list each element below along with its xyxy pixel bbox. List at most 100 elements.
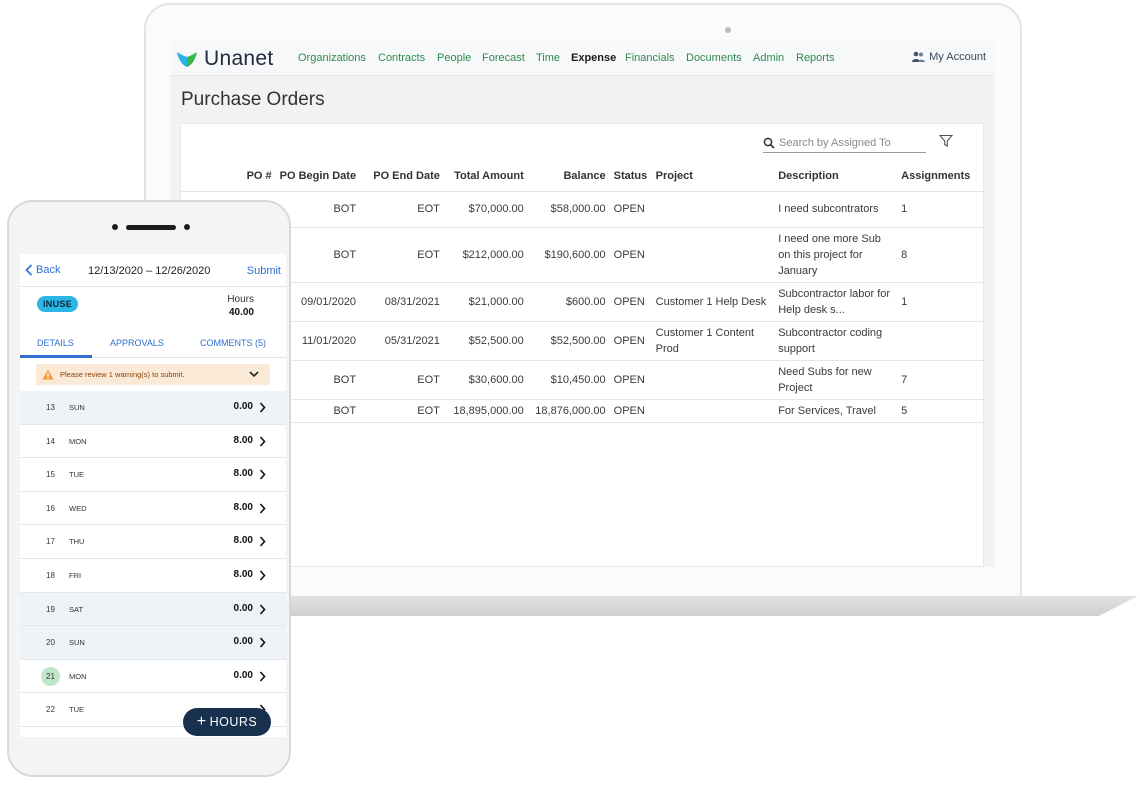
column-header-begin-date[interactable]: PO Begin Date: [275, 162, 361, 192]
list-item[interactable]: 13 SUN 0.00: [20, 391, 286, 425]
total-amount-cell: $30,600.00: [443, 360, 528, 400]
phone-speaker: [126, 225, 176, 230]
warning-icon: [42, 369, 54, 380]
project-cell: [651, 227, 775, 283]
brand-logo[interactable]: Unanet: [176, 47, 274, 71]
day-name: FRI: [69, 570, 82, 580]
balance-cell: $58,000.00: [527, 191, 610, 228]
day-number: 14: [46, 436, 55, 446]
day-hours: 0.00: [233, 636, 253, 648]
day-name: MON: [69, 671, 87, 681]
chevron-right-icon: [259, 436, 266, 447]
chevron-right-icon: [259, 671, 266, 682]
status-cell: OPEN: [609, 360, 652, 400]
list-item[interactable]: 14 MON 8.00: [20, 424, 286, 459]
nav-expense[interactable]: Expense: [571, 52, 616, 64]
chevron-right-icon: [259, 604, 266, 615]
table-row[interactable]: 11/01/2020 05/31/2021 $52,500.00 $52,500…: [181, 321, 985, 361]
day-hours: 8.00: [233, 434, 253, 446]
tab-comments[interactable]: COMMENTS (5): [200, 338, 266, 348]
plus-icon: +: [196, 713, 207, 730]
table-row[interactable]: BOT EOT $70,000.00 $58,000.00 OPEN I nee…: [181, 191, 985, 228]
purchase-orders-table: PO # PO Begin Date PO End Date Total Amo…: [181, 162, 985, 423]
table-row[interactable]: BOT EOT $212,000.00 $190,600.00 OPEN I n…: [181, 227, 985, 283]
end-date-cell: EOT: [360, 399, 444, 423]
balance-cell: $600.00: [527, 282, 610, 322]
column-header-status[interactable]: Status: [609, 162, 652, 192]
day-number: 16: [46, 503, 55, 513]
end-date-cell: 08/31/2021: [360, 282, 444, 322]
hours-total: 40.00: [228, 307, 254, 318]
nav-time[interactable]: Time: [536, 52, 560, 64]
tab-details[interactable]: DETAILS: [37, 338, 74, 348]
nav-people[interactable]: People: [437, 52, 471, 64]
column-header-assignments[interactable]: Assignments: [897, 162, 985, 192]
day-name: TUE: [69, 705, 84, 715]
nav-contracts[interactable]: Contracts: [378, 52, 425, 64]
status-cell: OPEN: [609, 321, 652, 361]
list-item[interactable]: 17 THU 8.00: [20, 525, 286, 559]
filter-icon[interactable]: [939, 134, 953, 148]
total-amount-cell: $212,000.00: [443, 227, 528, 283]
nav-organizations[interactable]: Organizations: [298, 52, 366, 64]
list-item[interactable]: 16 WED 8.00: [20, 491, 286, 526]
table-row[interactable]: 09/01/2020 08/31/2021 $21,000.00 $600.00…: [181, 282, 985, 322]
list-item[interactable]: 18 FRI 8.00: [20, 558, 286, 593]
column-header-project[interactable]: Project: [651, 162, 775, 192]
column-header-description[interactable]: Description: [774, 162, 898, 192]
day-number: 18: [46, 570, 55, 580]
column-header-total-amount[interactable]: Total Amount: [443, 162, 528, 192]
total-amount-cell: $21,000.00: [443, 282, 528, 322]
status-cell: OPEN: [609, 399, 652, 423]
project-cell: Customer 1 Content Prod: [651, 321, 775, 361]
list-item[interactable]: 20 SUN 0.00: [20, 626, 286, 660]
day-name: WED: [69, 503, 87, 513]
active-tab-indicator: [20, 355, 92, 358]
description-cell: I need one more Sub on this project for …: [774, 227, 898, 283]
column-header-po-number[interactable]: PO #: [181, 162, 276, 192]
tab-approvals[interactable]: APPROVALS: [110, 338, 164, 348]
nav-reports[interactable]: Reports: [796, 52, 835, 64]
add-hours-button[interactable]: + HOURS: [183, 708, 271, 736]
list-item[interactable]: 19 SAT 0.00: [20, 592, 286, 627]
project-cell: [651, 360, 775, 400]
nav-forecast[interactable]: Forecast: [482, 52, 525, 64]
balance-cell: $10,450.00: [527, 360, 610, 400]
table-row[interactable]: BOT EOT $30,600.00 $10,450.00 OPEN Need …: [181, 360, 985, 400]
column-header-end-date[interactable]: PO End Date: [360, 162, 444, 192]
mobile-timesheet-screen: Back 12/13/2020 – 12/26/2020 Submit INUS…: [20, 254, 286, 737]
my-account-label: My Account: [929, 51, 986, 63]
my-account-link[interactable]: My Account: [912, 51, 986, 63]
description-cell: I need subcontrators: [774, 191, 898, 228]
nav-documents[interactable]: Documents: [686, 52, 742, 64]
phone-sensor: [112, 224, 118, 230]
assignments-cell: 8: [897, 227, 985, 283]
table-header-row: PO # PO Begin Date PO End Date Total Amo…: [181, 162, 985, 192]
chevron-down-icon[interactable]: [248, 368, 260, 380]
balance-cell: $190,600.00: [527, 227, 610, 283]
day-hours: 0.00: [233, 602, 253, 614]
search-input[interactable]: [779, 137, 919, 149]
list-item[interactable]: 21 MON 0.00: [20, 659, 286, 694]
mobile-tabs: DETAILS APPROVALS COMMENTS (5): [20, 328, 286, 358]
day-hours: 0.00: [233, 669, 253, 681]
search-box[interactable]: [763, 134, 926, 153]
balance-cell: $52,500.00: [527, 321, 610, 361]
list-item[interactable]: 15 TUE 8.00: [20, 458, 286, 492]
day-name: SAT: [69, 604, 84, 614]
column-header-balance[interactable]: Balance: [527, 162, 610, 192]
end-date-cell: EOT: [360, 191, 444, 228]
submit-button[interactable]: Submit: [247, 265, 281, 277]
chevron-right-icon: [259, 469, 266, 480]
chevron-right-icon: [259, 503, 266, 514]
warning-banner[interactable]: Please review 1 warning(s) to submit.: [36, 364, 270, 385]
nav-admin[interactable]: Admin: [753, 52, 784, 64]
back-button[interactable]: Back: [25, 264, 60, 276]
table-row[interactable]: BOT EOT 18,895,000.00 18,876,000.00 OPEN…: [181, 399, 985, 423]
assignments-cell: 7: [897, 360, 985, 400]
status-cell: OPEN: [609, 282, 652, 322]
page-title: Purchase Orders: [181, 89, 325, 110]
hours-label: Hours: [227, 294, 254, 305]
phone-camera: [184, 224, 190, 230]
nav-financials[interactable]: Financials: [625, 52, 675, 64]
